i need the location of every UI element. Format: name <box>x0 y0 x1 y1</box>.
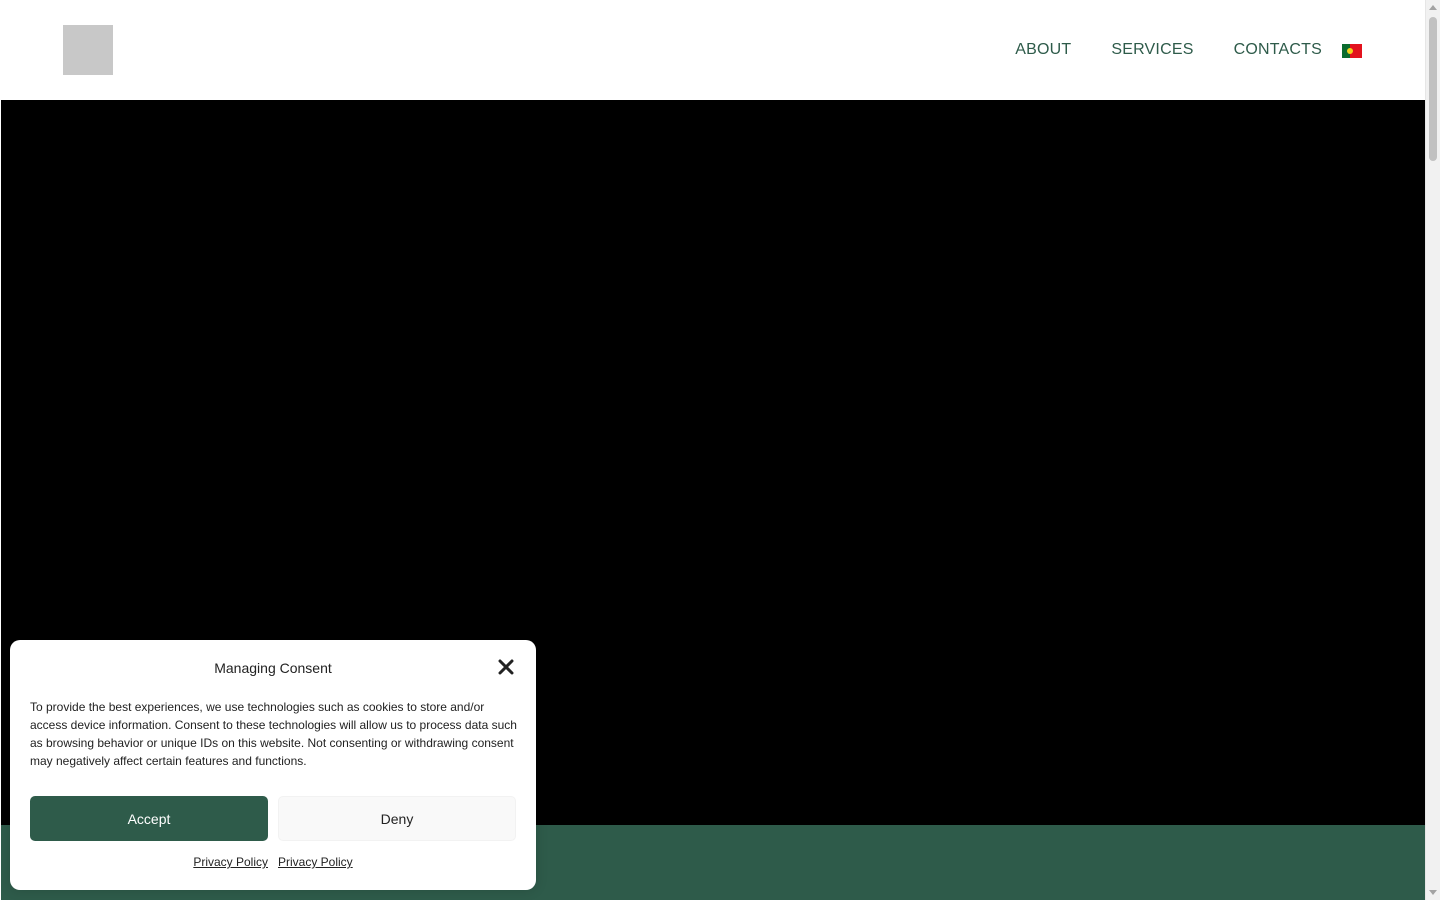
cookie-consent-dialog: Managing Consent To provide the best exp… <box>10 640 536 890</box>
nav-link-services[interactable]: SERVICES <box>1111 38 1193 62</box>
scroll-down-arrow-icon[interactable] <box>1429 890 1437 895</box>
deny-button[interactable]: Deny <box>278 796 516 841</box>
consent-title: Managing Consent <box>214 660 332 676</box>
accept-button[interactable]: Accept <box>30 796 268 841</box>
scroll-up-arrow-icon[interactable] <box>1429 5 1437 10</box>
portugal-flag-icon[interactable] <box>1342 44 1362 58</box>
flag-emblem <box>1347 48 1353 54</box>
page-scrollbar[interactable] <box>1425 0 1440 900</box>
scroll-thumb[interactable] <box>1429 17 1437 161</box>
site-logo[interactable] <box>63 25 113 75</box>
main-nav: ABOUT SERVICES CONTACTS <box>1015 38 1362 62</box>
close-icon[interactable] <box>496 657 516 677</box>
privacy-policy-link[interactable]: Privacy Policy <box>193 855 268 869</box>
nav-link-contacts[interactable]: CONTACTS <box>1234 38 1322 62</box>
privacy-policy-link-secondary[interactable]: Privacy Policy <box>278 855 353 869</box>
page: ABOUT SERVICES CONTACTS Managing Consent… <box>0 0 1440 900</box>
consent-description: To provide the best experiences, we use … <box>30 700 517 768</box>
site-header: ABOUT SERVICES CONTACTS <box>0 0 1425 100</box>
policy-links: Privacy Policy Privacy Policy <box>10 855 536 869</box>
nav-link-about[interactable]: ABOUT <box>1015 38 1071 62</box>
